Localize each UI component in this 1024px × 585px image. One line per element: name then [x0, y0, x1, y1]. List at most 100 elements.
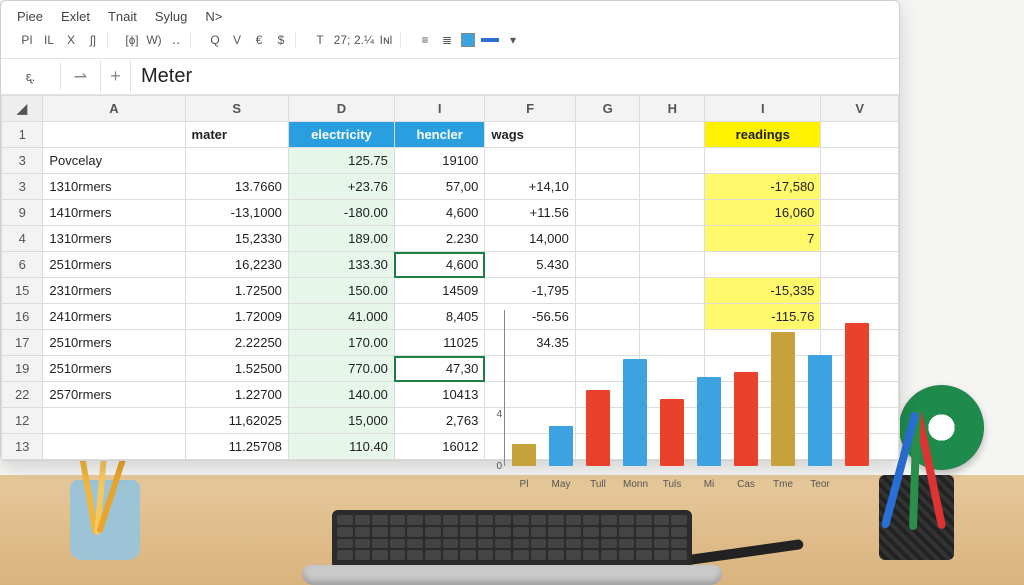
cell[interactable] [575, 226, 640, 252]
cell[interactable]: 133.30 [288, 252, 394, 278]
cell[interactable]: 14,000 [485, 226, 575, 252]
cell[interactable]: 1310rmers [43, 174, 185, 200]
cell[interactable] [640, 174, 705, 200]
cell[interactable]: 11025 [394, 330, 484, 356]
cell[interactable]: 14509 [394, 278, 484, 304]
cell[interactable]: 16,060 [705, 200, 821, 226]
cell[interactable]: 4,600 [394, 200, 484, 226]
cell[interactable]: -17,580 [705, 174, 821, 200]
cell[interactable]: 11,62025 [185, 408, 288, 434]
column-header[interactable]: S [185, 96, 288, 122]
row-header[interactable]: 15 [2, 278, 43, 304]
insert-function-icon[interactable]: + [101, 60, 131, 93]
cell[interactable]: 150.00 [288, 278, 394, 304]
cell[interactable] [640, 278, 705, 304]
row-header[interactable]: 3 [2, 148, 43, 174]
cell[interactable]: 170.00 [288, 330, 394, 356]
cell[interactable] [640, 148, 705, 174]
toolbar-btn[interactable]: PI [19, 32, 35, 48]
column-header[interactable]: F [485, 96, 575, 122]
cell[interactable]: 13.7660 [185, 174, 288, 200]
cell[interactable]: 140.00 [288, 382, 394, 408]
cell[interactable] [821, 252, 899, 278]
cell[interactable]: 110.40 [288, 434, 394, 460]
menu-item[interactable]: Piee [17, 9, 43, 24]
cell[interactable] [821, 174, 899, 200]
row-header[interactable]: 16 [2, 304, 43, 330]
cell[interactable]: 2510rmers [43, 330, 185, 356]
toolbar-btn[interactable]: Q [207, 32, 223, 48]
row-header[interactable]: 4 [2, 226, 43, 252]
row-header[interactable]: 17 [2, 330, 43, 356]
formula-input[interactable]: Meter [131, 59, 899, 94]
cell[interactable]: 1.72500 [185, 278, 288, 304]
cell[interactable] [185, 148, 288, 174]
name-box[interactable]: ᶓ. [1, 63, 61, 90]
cell[interactable] [821, 200, 899, 226]
cell[interactable]: wags [485, 122, 575, 148]
cell[interactable] [575, 278, 640, 304]
cell[interactable]: 2510rmers [43, 252, 185, 278]
cell[interactable] [575, 252, 640, 278]
cell[interactable] [485, 148, 575, 174]
cell[interactable]: 189.00 [288, 226, 394, 252]
cell[interactable]: 2310rmers [43, 278, 185, 304]
cell[interactable]: 5.430 [485, 252, 575, 278]
cell[interactable]: 10413 [394, 382, 484, 408]
fx-dropdown-icon[interactable]: ⇀ [61, 61, 101, 93]
toolbar-btn[interactable]: € [251, 32, 267, 48]
cell[interactable] [43, 434, 185, 460]
cell[interactable]: 8,405 [394, 304, 484, 330]
toolbar-btn[interactable]: $ [273, 32, 289, 48]
row-header[interactable]: 1 [2, 122, 43, 148]
cell[interactable]: -180.00 [288, 200, 394, 226]
select-all-corner[interactable]: ◢ [2, 96, 43, 122]
cell[interactable]: 15,000 [288, 408, 394, 434]
menu-item[interactable]: N> [205, 9, 222, 24]
toolbar-btn[interactable]: W) [146, 32, 162, 48]
row-header[interactable]: 13 [2, 434, 43, 460]
row-header[interactable]: 9 [2, 200, 43, 226]
cell[interactable]: 2.22250 [185, 330, 288, 356]
fill-color-icon[interactable] [461, 33, 475, 47]
cell[interactable] [821, 226, 899, 252]
cell[interactable] [821, 278, 899, 304]
cell[interactable]: mater [185, 122, 288, 148]
column-header[interactable]: H [640, 96, 705, 122]
column-header[interactable]: I [394, 96, 484, 122]
cell[interactable]: Povcelay [43, 148, 185, 174]
cell[interactable]: 2,763 [394, 408, 484, 434]
cell[interactable] [640, 226, 705, 252]
cell[interactable]: +11.56 [485, 200, 575, 226]
column-header[interactable]: A [43, 96, 185, 122]
toolbar-btn[interactable]: ʃ] [85, 32, 101, 48]
row-header[interactable]: 19 [2, 356, 43, 382]
cell[interactable]: electricity [288, 122, 394, 148]
toolbar-btn[interactable]: Iɴl [378, 32, 394, 48]
cell[interactable]: +14,10 [485, 174, 575, 200]
cell[interactable]: 16,2230 [185, 252, 288, 278]
cell[interactable] [575, 122, 640, 148]
cell[interactable]: 7 [705, 226, 821, 252]
menu-item[interactable]: Exlet [61, 9, 90, 24]
column-header[interactable]: I [705, 96, 821, 122]
row-header[interactable]: 3 [2, 174, 43, 200]
cell[interactable] [43, 408, 185, 434]
cell[interactable]: 1.52500 [185, 356, 288, 382]
column-header[interactable]: G [575, 96, 640, 122]
cell[interactable]: 770.00 [288, 356, 394, 382]
line-color-icon[interactable] [481, 38, 499, 42]
cell[interactable]: 1410rmers [43, 200, 185, 226]
row-header[interactable]: 6 [2, 252, 43, 278]
cell[interactable]: +23.76 [288, 174, 394, 200]
toolbar-btn[interactable]: 27; [334, 32, 350, 48]
cell[interactable]: -13,1000 [185, 200, 288, 226]
cell[interactable]: 15,2330 [185, 226, 288, 252]
column-header[interactable]: V [821, 96, 899, 122]
cell[interactable]: 19100 [394, 148, 484, 174]
toolbar-btn[interactable]: IL [41, 32, 57, 48]
cell[interactable] [575, 148, 640, 174]
cell[interactable]: 2410rmers [43, 304, 185, 330]
row-header[interactable]: 12 [2, 408, 43, 434]
cell[interactable] [640, 252, 705, 278]
